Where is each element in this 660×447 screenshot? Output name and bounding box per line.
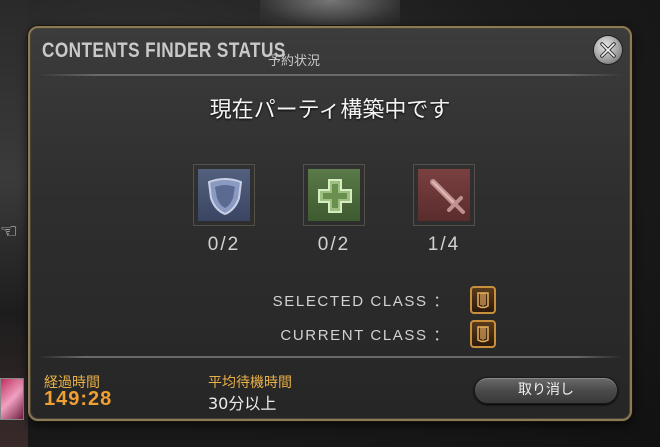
- window-title: CONTENTS FINDER STATUS: [42, 39, 286, 62]
- dps-count: 1/4: [427, 234, 461, 255]
- party-status-message: 現在パーティ構築中です: [209, 98, 451, 123]
- tank-count: 0/2: [207, 234, 241, 255]
- footer-divider: [38, 356, 622, 358]
- dps-role-slot: [413, 164, 475, 226]
- healer-count: 0/2: [317, 234, 351, 255]
- window-subtitle: 予約状況: [268, 54, 321, 69]
- average-wait-value: 30分以上: [208, 394, 277, 413]
- cancel-button[interactable]: 取り消し: [474, 377, 618, 404]
- shield-icon: [207, 178, 243, 216]
- archer-quiver-icon: [477, 292, 489, 309]
- background-portrait: [0, 378, 24, 420]
- pointer-hand-icon: ☜: [0, 219, 18, 243]
- close-button[interactable]: [594, 36, 622, 64]
- current-class-icon: [470, 320, 496, 348]
- archer-quiver-icon: [477, 326, 489, 343]
- title-divider: [38, 74, 622, 76]
- background-character: [260, 0, 400, 26]
- selected-class-label: SELECTED CLASS ：: [272, 293, 450, 310]
- average-wait-label: 平均待機時間: [208, 375, 292, 391]
- elapsed-time-value: 149:28: [44, 388, 113, 410]
- selected-class-icon: [470, 286, 496, 314]
- healer-role-slot: [303, 164, 365, 226]
- tank-role-slot: [193, 164, 255, 226]
- cross-icon: [318, 179, 352, 213]
- current-class-label: CURRENT CLASS ：: [280, 327, 450, 344]
- close-icon: [600, 42, 616, 58]
- sword-icon: [430, 179, 465, 214]
- title-bar[interactable]: CONTENTS FINDER STATUS 予約状況: [30, 28, 630, 74]
- contents-finder-status-window: CONTENTS FINDER STATUS 予約状況 現在パーティ構築中です: [28, 26, 632, 421]
